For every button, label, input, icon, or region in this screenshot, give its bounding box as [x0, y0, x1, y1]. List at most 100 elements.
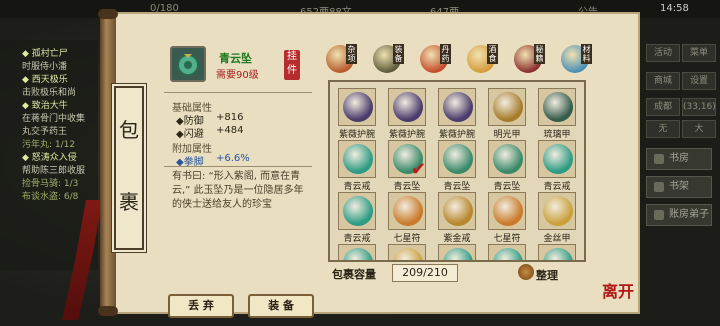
inventory-slot[interactable]	[488, 88, 526, 126]
sort-button[interactable]: 整理	[536, 267, 558, 283]
inventory-slot[interactable]	[338, 192, 376, 230]
close-button[interactable]: 离开	[602, 278, 634, 302]
inventory-slot[interactable]	[338, 244, 376, 260]
slot-label: 青云坠	[493, 182, 521, 192]
inventory-slot[interactable]	[338, 88, 376, 126]
menu-button[interactable]: 大	[682, 120, 716, 138]
scroll-rod-cap-top	[98, 9, 118, 19]
slot-label: 琉璃甲	[543, 130, 571, 140]
charm-icon	[393, 196, 423, 226]
ring-icon	[443, 196, 473, 226]
bracer-icon	[393, 92, 423, 122]
panel-title-char-1: 包	[119, 118, 139, 142]
inventory-slot[interactable]	[438, 244, 476, 260]
category-tab-label[interactable]: 杂项	[346, 44, 357, 64]
panel-title: 包 裹	[114, 86, 144, 250]
menu-button[interactable]: 成都	[646, 98, 680, 116]
selected-check-icon: ✔	[411, 159, 427, 180]
bracer-icon	[443, 92, 473, 122]
inventory-slot[interactable]	[388, 244, 426, 260]
category-tab-label[interactable]: 酒食	[487, 44, 498, 64]
side-action-button[interactable]: 书房	[646, 148, 712, 170]
robe-icon	[393, 248, 423, 260]
quest-line: 击败极乐和尚	[22, 88, 77, 98]
selected-item-thumbnail	[170, 46, 206, 82]
divider	[164, 166, 312, 167]
inventory-slot[interactable]	[488, 140, 526, 178]
ring-icon	[343, 196, 373, 226]
sort-bag-icon[interactable]	[518, 264, 534, 280]
quest-line: 时服侍小潘	[22, 62, 68, 72]
inventory-grid[interactable]: 紫薇护腕 紫薇护腕 紫薇护腕 明光甲 琉璃甲 青云戒 ✔ 青云坠 青云坠 青云坠 青云戒 青云戒 七星符…	[328, 80, 586, 262]
inventory-slot[interactable]	[538, 140, 576, 178]
quest-line: 捡骨马骑: 1/3	[22, 179, 79, 189]
inventory-slot[interactable]	[538, 192, 576, 230]
quest-title[interactable]: ◆ 致治大牛	[22, 100, 96, 113]
attribute-name: ◆闪避	[176, 129, 204, 140]
quest-line: 污年丸: 1/12	[22, 140, 76, 150]
pendant-icon	[493, 144, 523, 174]
attribute-value: +816	[216, 112, 244, 123]
ring-icon	[543, 144, 573, 174]
bracer-icon	[343, 92, 373, 122]
slot-label: 紫薇护腕	[338, 130, 375, 140]
slot-label: 紫金戒	[443, 234, 471, 244]
quest-line: 帮助陈三郎收服	[22, 166, 86, 176]
ring-icon	[443, 248, 473, 260]
ring-icon	[343, 248, 373, 260]
inventory-slot[interactable]	[338, 140, 376, 178]
ring-icon	[543, 248, 573, 260]
inventory-slot[interactable]	[388, 88, 426, 126]
quest-line: 在蒋骨门中收集	[22, 114, 86, 124]
menu-button[interactable]: (33,16)	[682, 98, 716, 116]
menu-button[interactable]: 菜单	[682, 44, 716, 62]
equip-button[interactable]: 装 备	[248, 294, 314, 318]
menu-button[interactable]: 设置	[682, 72, 716, 90]
inventory-slot[interactable]	[438, 88, 476, 126]
ring-icon	[343, 144, 373, 174]
capacity-value: 209/210	[392, 264, 458, 282]
slot-label: 金丝甲	[543, 234, 571, 244]
panel-title-char-2: 裹	[119, 190, 139, 214]
discard-button[interactable]: 丢 弃	[168, 294, 234, 318]
clock: 14:58	[660, 3, 689, 14]
menu-button[interactable]: 商城	[646, 72, 680, 90]
equip-slot-badge: 挂件	[284, 50, 300, 80]
level-requirement: 需要90级	[216, 70, 259, 81]
slot-label: 青云戒	[343, 234, 371, 244]
side-action-button[interactable]: 书架	[646, 176, 712, 198]
item-name: 青云坠	[219, 52, 252, 65]
category-tab-label[interactable]: 秘籍	[534, 44, 545, 64]
side-action-button[interactable]: 账房弟子	[646, 204, 712, 226]
item-detail-panel: 青云坠 需要90级 挂件 基础属性 ◆防御 +816 ◆闪避 +484 附加属性 ◆…	[154, 36, 314, 318]
charm-icon	[493, 196, 523, 226]
attribute-row: ◆闪避 +484	[176, 125, 243, 140]
armor-icon	[543, 196, 573, 226]
scroll-rod-cap-bottom	[98, 306, 118, 316]
slot-label: 紫薇护腕	[388, 130, 425, 140]
menu-button[interactable]: 活动	[646, 44, 680, 62]
quest-title[interactable]: ◆ 怒涛众入侵	[22, 152, 96, 165]
slot-label: 青云坠	[393, 182, 421, 192]
quest-title[interactable]: ◆ 孤村亡尸	[22, 48, 96, 61]
divider	[164, 92, 312, 93]
quest-title[interactable]: ◆ 西天极乐	[22, 74, 96, 87]
category-tab-label[interactable]: 材料	[581, 44, 592, 64]
category-tab-label[interactable]: 装备	[393, 44, 404, 64]
inventory-slot[interactable]	[538, 88, 576, 126]
slot-label: 青云戒	[543, 182, 571, 192]
inventory-slot[interactable]	[488, 192, 526, 230]
inventory-slot[interactable]	[388, 192, 426, 230]
inventory-slot[interactable]	[538, 244, 576, 260]
capacity-label: 包裹容量	[332, 268, 376, 281]
inventory-slot[interactable]	[438, 192, 476, 230]
category-tab-label[interactable]: 丹药	[440, 44, 451, 64]
inventory-slot[interactable]	[488, 244, 526, 260]
inventory-slot[interactable]: ✔	[388, 140, 427, 180]
pendant-icon	[443, 144, 473, 174]
menu-button[interactable]: 无	[646, 120, 680, 138]
ring-icon	[493, 248, 523, 260]
slot-label: 七星符	[493, 234, 521, 244]
inventory-slot[interactable]	[438, 140, 476, 178]
quest-line: 丸交予药王	[22, 127, 68, 137]
